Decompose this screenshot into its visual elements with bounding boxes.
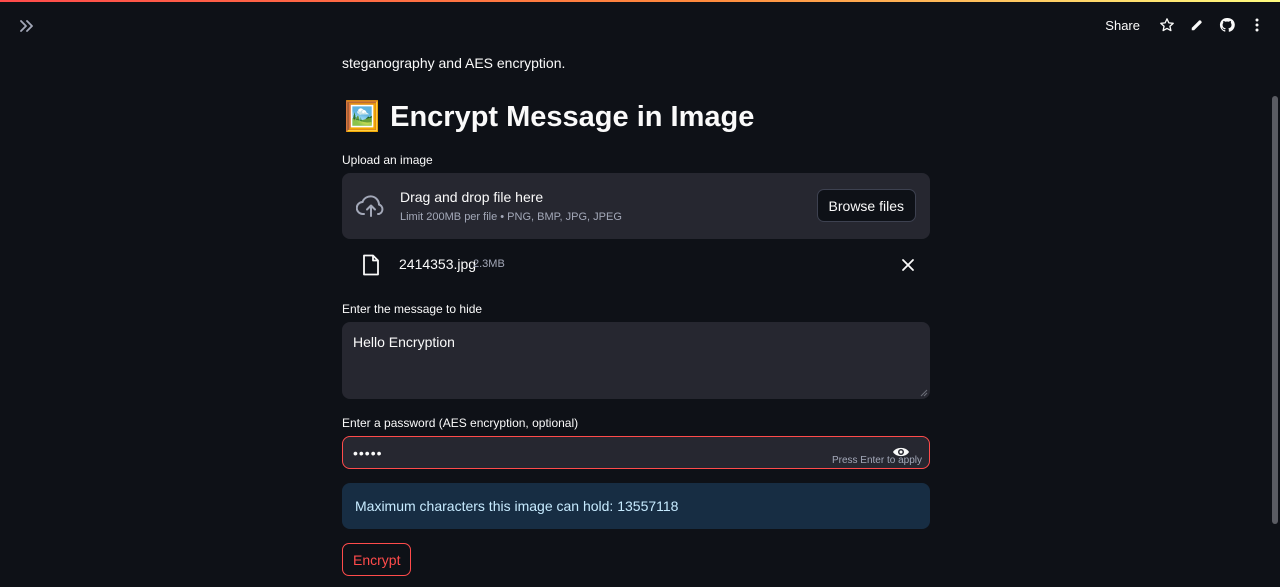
edit-icon[interactable] — [1188, 16, 1206, 34]
app-toolbar: Share — [1105, 12, 1266, 38]
github-icon[interactable] — [1218, 16, 1236, 34]
upload-label: Upload an image — [342, 153, 433, 167]
star-icon[interactable] — [1158, 16, 1176, 34]
password-value: ••••• — [353, 445, 383, 461]
browse-files-button[interactable]: Browse files — [816, 189, 916, 222]
dropzone-title: Drag and drop file here — [400, 189, 544, 205]
expand-sidebar-icon — [20, 20, 33, 32]
message-label: Enter the message to hide — [342, 302, 483, 316]
password-label: Enter a password (AES encryption, option… — [342, 416, 579, 430]
file-size: 2.3MB — [473, 258, 505, 270]
message-value: Hello Encryption — [353, 334, 455, 350]
password-input[interactable]: ••••• Press Enter to apply — [342, 436, 930, 469]
more-vertical-icon[interactable] — [1248, 16, 1266, 34]
page-scrollbar[interactable] — [1272, 96, 1278, 524]
top-decoration-bar — [0, 0, 1280, 2]
capacity-info-box: Maximum characters this image can hold: … — [342, 483, 930, 529]
expand-sidebar-button[interactable] — [14, 14, 40, 38]
capacity-info-text: Maximum characters this image can hold: … — [355, 498, 679, 514]
file-icon — [363, 254, 379, 276]
share-button[interactable]: Share — [1105, 18, 1140, 33]
uploaded-file-row: 2414353.jpg 2.3MB — [342, 250, 930, 280]
resize-grip-icon[interactable] — [920, 389, 928, 397]
intro-text: steganography and AES encryption. — [342, 55, 566, 71]
cloud-upload-icon — [356, 195, 384, 217]
picture-icon: 🖼️ — [344, 101, 381, 133]
dropzone-limits: Limit 200MB per file • PNG, BMP, JPG, JP… — [400, 211, 622, 223]
file-name: 2414353.jpg — [399, 256, 477, 272]
press-enter-hint: Press Enter to apply — [831, 455, 922, 466]
page-title-text: Encrypt Message in Image — [390, 100, 755, 133]
close-icon[interactable] — [900, 257, 916, 273]
file-dropzone[interactable]: Drag and drop file here Limit 200MB per … — [342, 173, 930, 239]
message-textarea[interactable]: Hello Encryption — [342, 322, 930, 399]
page-title: 🖼️ Encrypt Message in Image — [344, 100, 754, 134]
encrypt-button[interactable]: Encrypt — [342, 543, 412, 576]
